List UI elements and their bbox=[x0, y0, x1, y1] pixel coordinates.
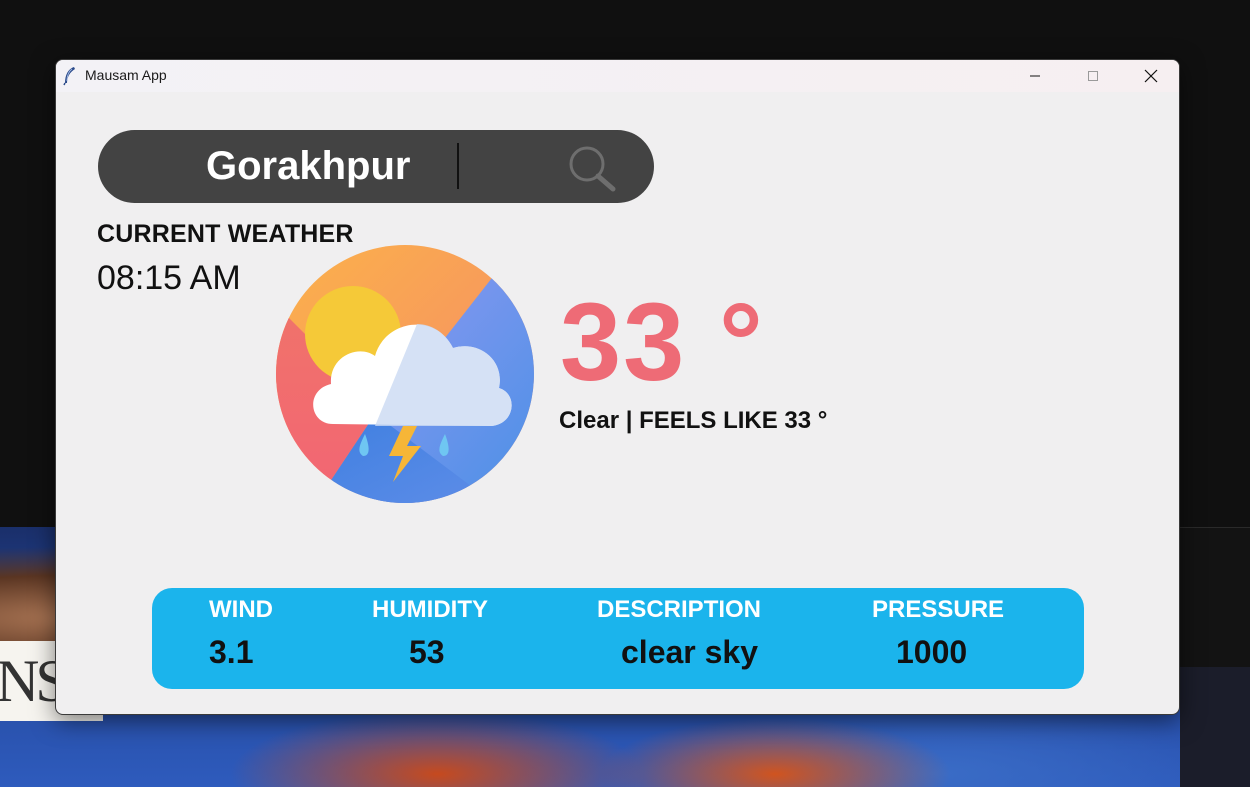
description-value: clear sky bbox=[621, 634, 759, 670]
search-icon[interactable] bbox=[567, 144, 617, 192]
title-bar[interactable]: Mausam App bbox=[56, 60, 1179, 92]
humidity-label: HUMIDITY bbox=[372, 596, 488, 623]
maximize-icon bbox=[1088, 71, 1098, 81]
pressure-value: 1000 bbox=[896, 634, 968, 670]
maximize-button[interactable] bbox=[1064, 60, 1122, 92]
feels-like-text: Clear | FEELS LIKE 33 ° bbox=[559, 407, 828, 434]
feather-icon bbox=[63, 67, 75, 86]
text-caret bbox=[457, 143, 459, 189]
close-button[interactable] bbox=[1122, 60, 1179, 92]
minimize-button[interactable] bbox=[1006, 60, 1064, 92]
wind-label: WIND bbox=[209, 596, 273, 623]
temperature-value: 33 ° bbox=[560, 281, 765, 404]
background-panel bbox=[1180, 527, 1250, 668]
search-bar bbox=[98, 130, 654, 203]
background-dark-panel bbox=[1180, 667, 1250, 787]
city-search-input[interactable] bbox=[206, 140, 536, 193]
pressure-label: PRESSURE bbox=[872, 596, 1005, 623]
app-window: Mausam App CURRENT WEATHER 08:15 AM bbox=[55, 59, 1180, 715]
humidity-value: 53 bbox=[409, 634, 445, 670]
current-time: 08:15 AM bbox=[97, 259, 241, 297]
minimize-icon bbox=[1030, 75, 1040, 77]
description-label: DESCRIPTION bbox=[597, 596, 762, 623]
close-icon bbox=[1144, 69, 1158, 83]
weather-info-bar: WIND 3.1 HUMIDITY 53 DESCRIPTION clear s… bbox=[152, 588, 1084, 689]
sun-cloud-thunder-icon bbox=[276, 245, 534, 503]
wind-value: 3.1 bbox=[209, 634, 254, 670]
window-title: Mausam App bbox=[85, 67, 167, 83]
